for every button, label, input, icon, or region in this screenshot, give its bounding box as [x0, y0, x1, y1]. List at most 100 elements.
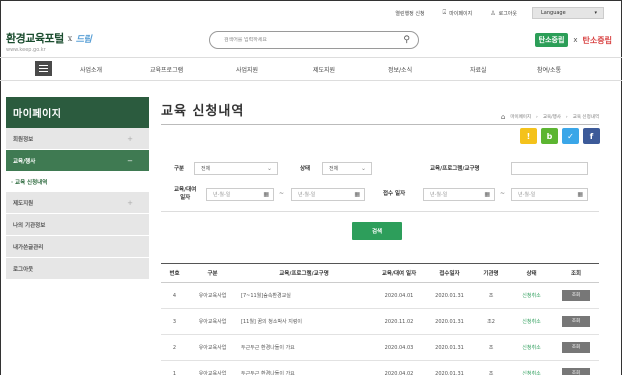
language-label: Language	[541, 10, 566, 16]
cell-org: 조	[472, 282, 510, 309]
view-button[interactable]: 조회	[562, 342, 590, 353]
col-header-program: 교육/프로그램/교구명	[237, 263, 371, 283]
sidebar-item-label: 로그아웃	[13, 266, 34, 273]
cell-org: 조2	[472, 308, 510, 335]
sidebar-title: 마이페이지	[6, 97, 149, 128]
util-logout-link[interactable]: ♙ 로그아웃	[481, 10, 526, 17]
cancel-application-link[interactable]: 신청취소	[510, 282, 553, 309]
gnb-item[interactable]: 정보/소식	[388, 65, 412, 74]
search-icon[interactable]: ⚲	[403, 35, 410, 45]
gnb-item[interactable]: 사업지원	[236, 65, 258, 74]
cancel-application-link[interactable]: 신청취소	[510, 334, 553, 361]
view-button[interactable]: 조회	[562, 290, 590, 301]
sidebar-item-label: 나의 기관정보	[13, 222, 46, 229]
table-row: 4 유아교육사업 [7~11월]숲속환경교실 2020.04.01 2020.0…	[161, 282, 599, 309]
status-value: 전체	[329, 166, 339, 172]
util-logout-label: 로그아웃	[498, 10, 517, 17]
logo-x: x	[67, 33, 73, 43]
sidebar-item-logout[interactable]: 로그아웃	[6, 258, 149, 280]
receipt-end-date[interactable]: 년-월-일 ▦	[511, 188, 588, 201]
user-icon: ♙	[490, 9, 496, 17]
calendar-icon[interactable]: ▦	[263, 191, 269, 198]
twitter-icon[interactable]: ✓	[562, 128, 579, 144]
calendar-icon[interactable]: ▦	[484, 191, 490, 198]
gnb-item[interactable]: 자료실	[470, 65, 487, 74]
gnb-item[interactable]: 참여/소통	[537, 65, 561, 74]
gnb-item[interactable]: 제도지원	[313, 65, 335, 74]
site-logo[interactable]: 환경교육포털 x 드림 www.keep.go.kr	[6, 30, 92, 53]
cancel-application-link[interactable]: 신청취소	[510, 308, 553, 335]
util-open-admin-label: 열린행정 신청	[395, 10, 425, 17]
language-select[interactable]: Language ▾	[532, 7, 604, 19]
receipt-start-date[interactable]: 년-월-일 ▦	[423, 188, 495, 201]
date-range-separator: ~	[279, 190, 285, 197]
application-table: 번호 구분 교육/프로그램/교구명 교육/대여 일자 접수일자 기관명 상태 조…	[161, 263, 599, 375]
table-header-row: 번호 구분 교육/프로그램/교구명 교육/대여 일자 접수일자 기관명 상태 조…	[161, 263, 599, 283]
chevron-right-icon: ›	[565, 114, 568, 120]
date-range-separator: ~	[500, 190, 506, 197]
page-title: 교육 신청내역	[161, 104, 245, 119]
cell-no: 3	[161, 308, 188, 335]
cell-program[interactable]: [11월] 꿈의 청소박사 지렁이	[237, 308, 371, 335]
lock-icon: ⍓	[442, 9, 447, 16]
caret-down-icon: ▾	[594, 10, 597, 16]
home-icon[interactable]: ⌂	[501, 113, 505, 121]
cell-category: 유아교육사업	[188, 308, 237, 335]
gnb-item[interactable]: 사업소개	[80, 65, 102, 74]
sidebar-subitem-applications[interactable]: · 교육 신청내역	[6, 172, 149, 192]
status-label: 상태	[300, 166, 311, 172]
status-select[interactable]: 전체 ⌄	[322, 162, 372, 175]
sidebar-item-my-org[interactable]: 나의 기관정보	[6, 214, 149, 236]
cell-no: 1	[161, 360, 188, 375]
view-button[interactable]: 조회	[562, 368, 590, 375]
program-input[interactable]	[511, 162, 588, 175]
view-button[interactable]: 조회	[562, 316, 590, 327]
category-value: 전체	[201, 166, 211, 172]
plus-icon: +	[127, 134, 133, 143]
util-mypage-label: 마이페이지	[449, 10, 473, 17]
calendar-icon[interactable]: ▦	[354, 191, 360, 198]
breadcrumb-item[interactable]: 마이페이지	[510, 114, 531, 120]
utility-bar: 열린행정 신청 ⍓ 마이페이지 ♙ 로그아웃 Language ▾	[386, 7, 604, 19]
cell-no: 2	[161, 334, 188, 361]
facebook-icon[interactable]: f	[583, 128, 600, 144]
gnb-item[interactable]: 교육프로그램	[150, 65, 183, 74]
sidebar-item-member-info[interactable]: 회원정보 +	[6, 128, 149, 150]
util-open-admin-link[interactable]: 열린행정 신청	[386, 10, 433, 17]
cell-program[interactable]: 두근두근 환경나들이 가요	[237, 334, 371, 361]
cell-program[interactable]: 두근두근 환경나들이 가요	[237, 360, 371, 375]
chevron-down-icon: ⌄	[360, 165, 366, 172]
cell-category: 유아교육사업	[188, 334, 237, 361]
cell-program[interactable]: [7~11월]숲속환경교실	[237, 282, 371, 309]
sidebar-item-label: 교육/행사	[13, 158, 36, 165]
share-buttons: ! b ✓ f	[520, 128, 600, 144]
util-mypage-link[interactable]: ⍓ 마이페이지	[434, 9, 482, 17]
cancel-application-link[interactable]: 신청취소	[510, 360, 553, 375]
date-placeholder: 년-월-일	[430, 192, 448, 198]
kakao-icon[interactable]: !	[520, 128, 537, 144]
plus-icon: +	[127, 198, 133, 207]
cell-org: 조	[472, 334, 510, 361]
category-select[interactable]: 전체 ⌄	[194, 162, 278, 175]
title-divider	[161, 124, 599, 125]
period-end-date[interactable]: 년-월-일 ▦	[291, 188, 365, 201]
sidebar-item-education[interactable]: 교육/행사 −	[6, 150, 149, 172]
col-header-category: 구분	[188, 263, 237, 283]
calendar-icon[interactable]: ▦	[577, 191, 583, 198]
search-input[interactable]	[224, 37, 374, 43]
col-header-org: 기관명	[472, 263, 510, 283]
search-button[interactable]: 검색	[352, 222, 402, 240]
menu-icon[interactable]	[35, 61, 52, 76]
sidebar-item-my-posts[interactable]: 내가쓴글관리	[6, 236, 149, 258]
table-row: 1 유아교육사업 두근두근 환경나들이 가요 2020.04.02 2020.0…	[161, 360, 599, 375]
breadcrumb-item[interactable]: 교육/행사	[543, 114, 561, 120]
receipt-date-label: 접수 일자	[383, 191, 406, 197]
carbon-neutral-logo: 탄소중립	[534, 33, 569, 47]
table-row: 3 유아교육사업 [11월] 꿈의 청소박사 지렁이 2020.11.02 20…	[161, 308, 599, 335]
cell-org: 조	[472, 360, 510, 375]
filter-divider	[161, 211, 599, 212]
table-row: 2 유아교육사업 두근두근 환경나들이 가요 2020.04.03 2020.0…	[161, 334, 599, 361]
period-start-date[interactable]: 년-월-일 ▦	[206, 188, 274, 201]
band-icon[interactable]: b	[541, 128, 558, 144]
sidebar-item-system-support[interactable]: 제도지원 +	[6, 192, 149, 214]
